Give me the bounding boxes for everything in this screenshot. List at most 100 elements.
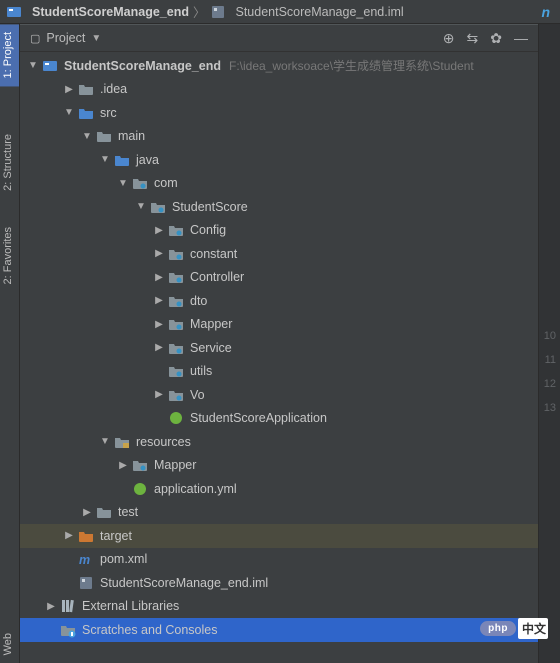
tree-row[interactable]: ▶application.yml	[20, 477, 538, 501]
tree-row-label: Controller	[190, 270, 244, 284]
strip-tab-web[interactable]: Web	[0, 625, 19, 663]
scratch-icon	[60, 622, 76, 638]
minimize-icon[interactable]: —	[514, 30, 528, 46]
tree-row-label: Mapper	[154, 458, 196, 472]
breadcrumb-separator: 〉	[193, 2, 206, 21]
collapse-arrow-icon[interactable]: ▼	[134, 201, 148, 212]
tree-row[interactable]: ▶ dto	[20, 289, 538, 313]
gutter-line-number: 12	[539, 378, 560, 402]
breadcrumb-project[interactable]: StudentScoreManage_end	[6, 4, 189, 20]
expand-arrow-icon[interactable]: ▶	[152, 272, 166, 283]
spring-icon	[132, 481, 148, 497]
expand-arrow-icon[interactable]: ▶	[44, 601, 58, 612]
tree-row-label: test	[118, 505, 138, 519]
spring-icon	[168, 410, 184, 426]
expand-arrow-icon[interactable]: ▶	[116, 460, 130, 471]
tree-row-label: application.yml	[154, 482, 237, 496]
tree-row[interactable]: ▶target	[20, 524, 538, 548]
tree-row-label: .idea	[100, 82, 127, 96]
tree-row[interactable]: ▶ constant	[20, 242, 538, 266]
folder-grey-icon	[96, 504, 112, 520]
tree-row-label: Vo	[190, 388, 205, 402]
expand-arrow-icon[interactable]: ▶	[62, 530, 76, 541]
tree-row-label: StudentScoreManage_end.iml	[100, 576, 268, 590]
tree-row[interactable]: ▼ StudentScore	[20, 195, 538, 219]
strip-tab-favorites[interactable]: 2: Favorites	[0, 219, 19, 292]
expand-arrow-icon[interactable]: ▶	[62, 84, 76, 95]
project-panel-header: ▢ Project ▼ ⊕ ⇆ ✿ —	[20, 24, 538, 52]
package-icon	[168, 246, 184, 262]
tree-row-label: Config	[190, 223, 226, 237]
tree-row[interactable]: ▶utils	[20, 360, 538, 384]
tree-row[interactable]: ▶ Mapper	[20, 313, 538, 337]
strip-tab-structure[interactable]: 2: Structure	[0, 126, 19, 199]
breadcrumb-file[interactable]: StudentScoreManage_end.iml	[210, 4, 404, 20]
tree-row[interactable]: ▶Service	[20, 336, 538, 360]
package-icon	[168, 293, 184, 309]
expand-arrow-icon[interactable]: ▶	[152, 295, 166, 306]
gutter-line-number: 11	[539, 354, 560, 378]
gutter-line-number: 13	[539, 402, 560, 426]
package-icon	[150, 199, 166, 215]
tree-row[interactable]: ▼com	[20, 172, 538, 196]
tree-row-label: StudentScore	[172, 200, 248, 214]
breadcrumb-file-label: StudentScoreManage_end.iml	[236, 5, 404, 19]
tree-row[interactable]: ▶StudentScoreApplication	[20, 407, 538, 431]
expand-arrow-icon[interactable]: ▶	[152, 225, 166, 236]
tree-row[interactable]: ▶ Controller	[20, 266, 538, 290]
expand-arrow-icon[interactable]: ▶	[152, 248, 166, 259]
collapse-icon[interactable]: ⇆	[467, 30, 479, 47]
expand-arrow-icon[interactable]: ▶	[80, 507, 94, 518]
expand-arrow-icon[interactable]: ▼	[26, 60, 40, 71]
locate-icon[interactable]: ⊕	[443, 30, 455, 47]
tree-row[interactable]: ▶External Libraries	[20, 595, 538, 619]
tree-row-label: utils	[190, 364, 212, 378]
folder-blue-icon	[78, 105, 94, 121]
module-icon	[6, 4, 22, 20]
expand-arrow-icon[interactable]: ▶	[152, 342, 166, 353]
tree-row[interactable]: ▼ java	[20, 148, 538, 172]
panel-title[interactable]: ▢ Project ▼	[30, 31, 101, 45]
file-icon	[210, 4, 226, 20]
collapse-arrow-icon[interactable]: ▼	[62, 107, 76, 118]
package-icon	[132, 175, 148, 191]
collapse-arrow-icon[interactable]: ▼	[98, 436, 112, 447]
folder-orange-icon	[78, 528, 94, 544]
tree-row[interactable]: ▶ .idea	[20, 78, 538, 102]
tree-root-row[interactable]: ▼ StudentScoreManage_end F:\idea_worksoa…	[20, 54, 538, 78]
tree-row-label: src	[100, 106, 117, 120]
tree-row-label: Mapper	[190, 317, 232, 331]
package-icon	[168, 222, 184, 238]
tree-row-label: java	[136, 153, 159, 167]
tree-row[interactable]: ▶Scratches and Consoles	[20, 618, 538, 642]
expand-arrow-icon[interactable]: ▶	[152, 389, 166, 400]
tree-row-label: dto	[190, 294, 207, 308]
collapse-arrow-icon[interactable]: ▼	[116, 178, 130, 189]
package-icon	[132, 457, 148, 473]
tree-row[interactable]: ▶ Mapper	[20, 454, 538, 478]
tree-row[interactable]: ▶ Config	[20, 219, 538, 243]
tree-row[interactable]: ▼ main	[20, 125, 538, 149]
collapse-arrow-icon[interactable]: ▼	[98, 154, 112, 165]
project-tree[interactable]: ▼ StudentScoreManage_end F:\idea_worksoa…	[20, 52, 538, 663]
tree-row[interactable]: ▶StudentScoreManage_end.iml	[20, 571, 538, 595]
tree-row-label: main	[118, 129, 145, 143]
tree-row[interactable]: ▶ Vo	[20, 383, 538, 407]
tree-row[interactable]: ▶ test	[20, 501, 538, 525]
module-icon	[42, 58, 58, 74]
gear-icon[interactable]: ✿	[490, 30, 502, 47]
expand-arrow-icon[interactable]: ▶	[152, 319, 166, 330]
folder-blue-icon	[114, 152, 130, 168]
editor-gutter: 10111213	[538, 24, 560, 663]
folder-grey-icon	[78, 81, 94, 97]
tree-row-label: resources	[136, 435, 191, 449]
module-file-icon	[78, 575, 94, 591]
package-icon	[168, 269, 184, 285]
tree-row[interactable]: ▼ src	[20, 101, 538, 125]
tree-row[interactable]: ▶mpom.xml	[20, 548, 538, 572]
strip-tab-project[interactable]: 1: Project	[0, 24, 19, 86]
package-icon	[168, 387, 184, 403]
tree-row[interactable]: ▼ resources	[20, 430, 538, 454]
collapse-arrow-icon[interactable]: ▼	[80, 131, 94, 142]
tree-row-label: constant	[190, 247, 237, 261]
